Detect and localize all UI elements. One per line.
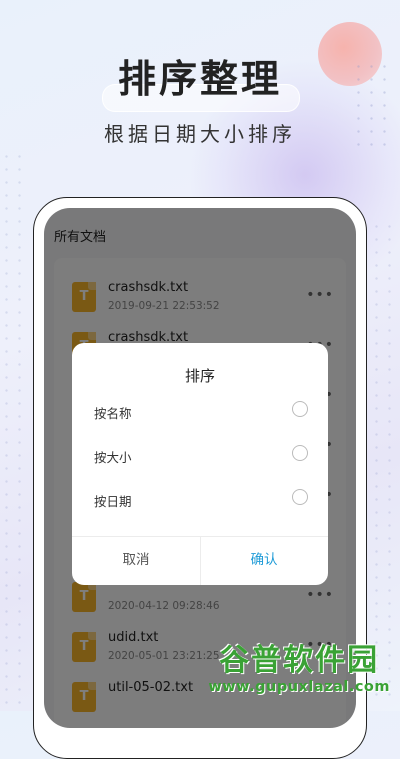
sort-option-name[interactable]: 按名称 [72,393,328,429]
decorative-dots [370,220,400,700]
option-label: 按名称 [94,406,132,421]
option-label: 按日期 [94,494,132,509]
radio-button[interactable] [292,489,308,505]
decorative-dots [0,150,30,710]
watermark: 谷普软件园 www.gupuxlazal.com [208,635,390,695]
sort-dialog: 排序 按名称 按大小 按日期 取消 确认 [72,343,328,585]
watermark-text: 谷普软件园 [219,643,380,678]
promo-subtitle: 根据日期大小排序 [104,122,296,146]
confirm-button[interactable]: 确认 [200,536,328,585]
sort-option-date[interactable]: 按日期 [72,481,328,517]
dialog-title: 排序 [184,367,215,385]
cancel-button[interactable]: 取消 [72,536,200,585]
radio-button[interactable] [292,445,308,461]
sort-option-size[interactable]: 按大小 [72,437,328,473]
watermark-url: www.gupuxlazal.com [208,679,390,695]
radio-button[interactable] [292,401,308,417]
promo-headline: 排序整理 [117,57,282,101]
option-label: 按大小 [94,450,132,465]
